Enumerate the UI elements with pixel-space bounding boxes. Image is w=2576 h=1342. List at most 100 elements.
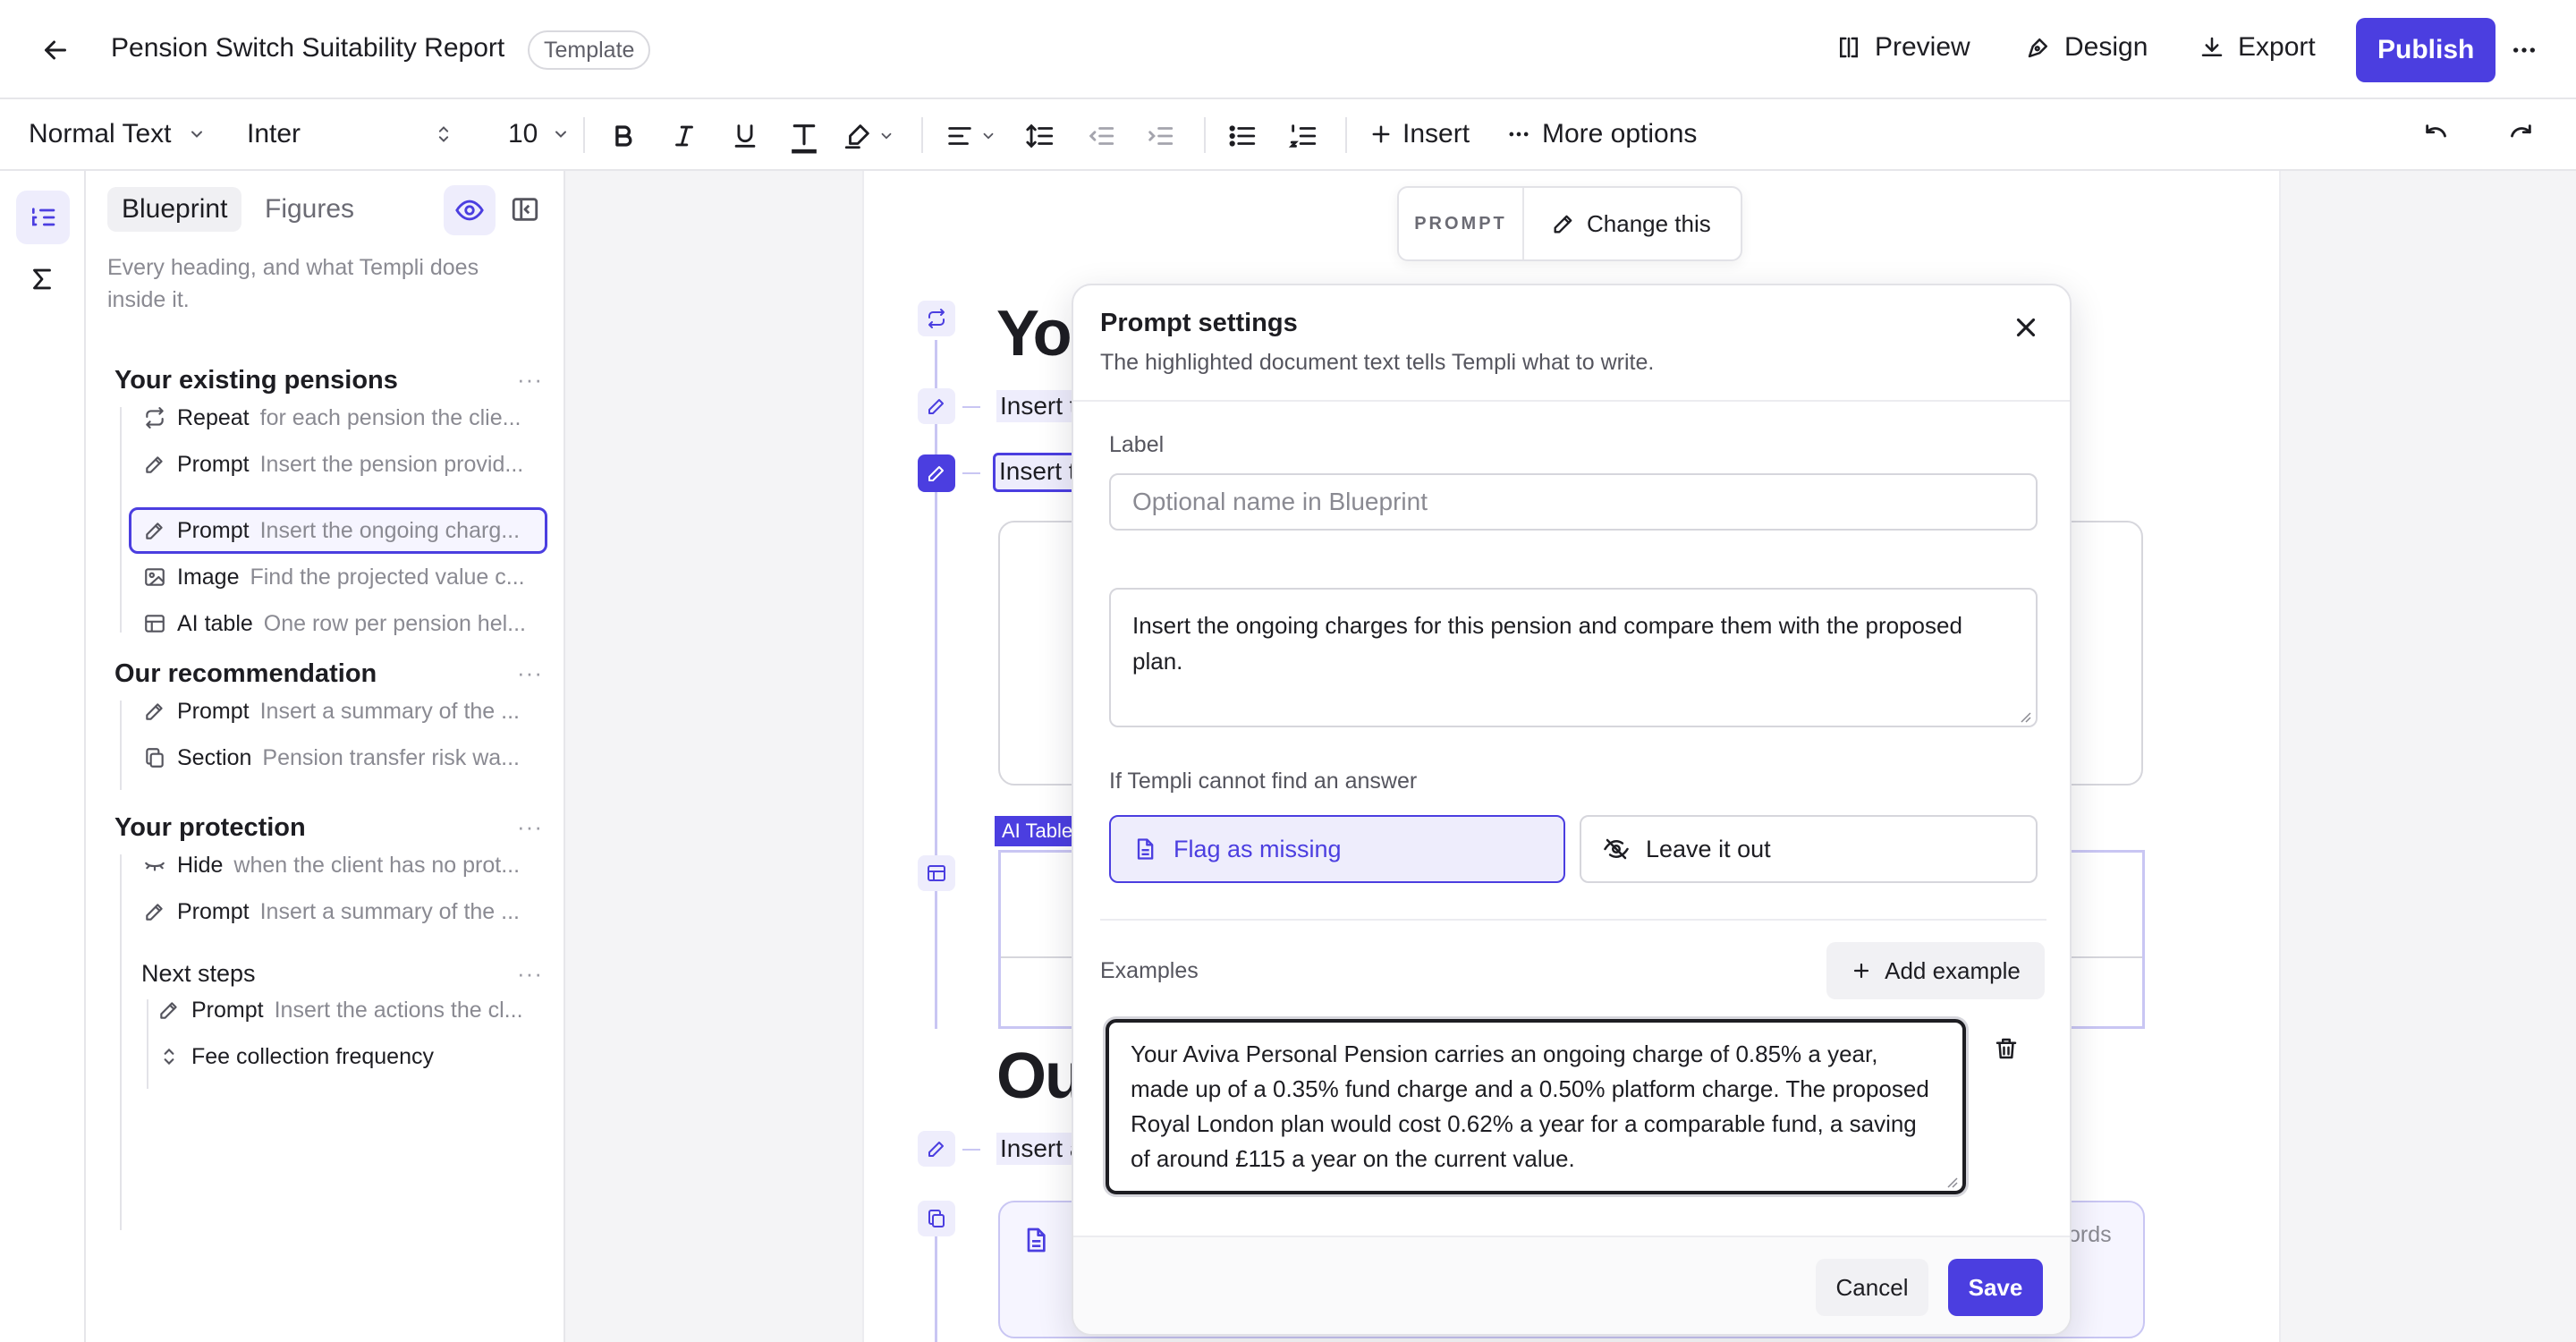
gutter-tick bbox=[962, 406, 980, 408]
preview-button[interactable]: Preview bbox=[1835, 32, 1970, 63]
more-menu-icon[interactable] bbox=[2510, 36, 2538, 64]
blueprint-item-figure[interactable]: Fee collection frequency bbox=[157, 1037, 537, 1076]
close-icon[interactable] bbox=[2011, 312, 2041, 343]
document-prompt-text-selected[interactable]: Insert t bbox=[993, 453, 1082, 492]
tree-guide bbox=[120, 701, 122, 790]
font-size-select[interactable]: 10 bbox=[508, 119, 570, 149]
gutter-tick bbox=[962, 472, 980, 474]
blueprint-item-image[interactable]: Image Find the projected value c... bbox=[143, 557, 537, 597]
document-icon bbox=[1021, 1226, 1050, 1254]
blueprint-item-prompt[interactable]: Prompt Insert a summary of the ... bbox=[143, 892, 537, 931]
tree-guide bbox=[147, 999, 148, 1089]
insert-button[interactable]: Insert bbox=[1368, 119, 1470, 149]
font-select[interactable]: Inter bbox=[247, 119, 453, 149]
eye-icon bbox=[454, 195, 485, 225]
dialog-title: Prompt settings bbox=[1100, 309, 1298, 337]
blueprint-item-prompt[interactable]: Prompt Insert the pension provid... bbox=[143, 445, 537, 484]
sigma-icon[interactable] bbox=[27, 264, 57, 294]
leave-out-option[interactable]: Leave it out bbox=[1580, 815, 2038, 883]
template-badge: Template bbox=[528, 30, 651, 70]
pencil-icon bbox=[143, 700, 166, 723]
formatting-toolbar: Normal Text Inter 10 Insert More options bbox=[0, 99, 2576, 171]
section-title[interactable]: Your protection bbox=[114, 813, 306, 843]
section-menu-icon[interactable]: ··· bbox=[517, 813, 543, 841]
outline-icon bbox=[29, 203, 57, 232]
line-spacing-icon[interactable] bbox=[1025, 121, 1055, 151]
bullet-list-icon[interactable] bbox=[1227, 121, 1258, 151]
highlight-color-select[interactable] bbox=[843, 121, 894, 151]
flag-missing-option[interactable]: Flag as missing bbox=[1109, 815, 1565, 883]
prompt-textarea[interactable]: Insert the ongoing charges for this pens… bbox=[1109, 588, 2038, 727]
undo-icon[interactable] bbox=[2422, 121, 2453, 151]
document-title: Pension Switch Suitability Report bbox=[111, 33, 505, 63]
add-example-button[interactable]: Add example bbox=[1826, 942, 2045, 999]
text-color-icon[interactable] bbox=[787, 119, 821, 155]
back-icon[interactable] bbox=[39, 34, 72, 66]
pencil-icon bbox=[143, 519, 166, 542]
prompt-block-icon[interactable] bbox=[918, 1131, 955, 1167]
document-prompt-text[interactable]: Insert t bbox=[996, 390, 1080, 422]
cancel-button[interactable]: Cancel bbox=[1816, 1259, 1928, 1316]
label-placeholder: Optional name in Blueprint bbox=[1132, 488, 1428, 515]
left-rail bbox=[0, 171, 86, 1342]
collapse-panel-icon[interactable] bbox=[510, 194, 540, 225]
toolbar-divider bbox=[1204, 117, 1206, 153]
document-heading[interactable]: Ou bbox=[996, 1040, 1084, 1113]
outdent-icon[interactable] bbox=[1086, 121, 1116, 151]
pencil-icon bbox=[157, 998, 181, 1022]
eye-off-icon bbox=[1603, 836, 1630, 862]
plus-icon bbox=[1851, 960, 1872, 981]
more-options-button[interactable]: More options bbox=[1506, 119, 1697, 149]
text-style-select[interactable]: Normal Text bbox=[29, 119, 206, 149]
underline-icon[interactable] bbox=[730, 121, 760, 151]
section-title[interactable]: Our recommendation bbox=[114, 659, 377, 689]
bold-icon[interactable] bbox=[608, 121, 639, 151]
save-button[interactable]: Save bbox=[1948, 1259, 2043, 1316]
app-header: Pension Switch Suitability Report Templa… bbox=[0, 0, 2576, 99]
align-select[interactable] bbox=[945, 121, 996, 151]
prompt-block-icon[interactable] bbox=[918, 388, 955, 424]
resize-handle-icon[interactable] bbox=[2018, 709, 2032, 724]
blueprint-item-repeat[interactable]: Repeat for each pension the clie... bbox=[143, 398, 537, 437]
prompt-block-icon-active[interactable] bbox=[918, 454, 955, 492]
change-this-button[interactable]: Change this bbox=[1524, 210, 1711, 238]
table-block-icon[interactable] bbox=[918, 855, 955, 891]
tab-blueprint[interactable]: Blueprint bbox=[107, 187, 242, 232]
subsection-title[interactable]: Next steps bbox=[141, 960, 256, 988]
blueprint-item-prompt-selected[interactable]: Prompt Insert the ongoing charg... bbox=[143, 511, 537, 550]
tab-figures[interactable]: Figures bbox=[265, 194, 354, 225]
section-menu-icon[interactable]: ··· bbox=[517, 659, 543, 687]
chevron-down-icon bbox=[878, 128, 894, 144]
label-field-label: Label bbox=[1109, 432, 1165, 457]
section-title[interactable]: Your existing pensions bbox=[114, 366, 398, 395]
example-textarea[interactable]: Your Aviva Personal Pension carries an o… bbox=[1106, 1019, 1966, 1194]
numbered-list-icon[interactable] bbox=[1288, 121, 1318, 151]
visibility-toggle[interactable] bbox=[444, 185, 496, 235]
design-button[interactable]: Design bbox=[2025, 32, 2148, 63]
fallback-label: If Templi cannot find an answer bbox=[1109, 769, 1418, 794]
prompt-text: Insert the ongoing charges for this pens… bbox=[1132, 612, 1962, 675]
blueprint-item-ai-table[interactable]: AI table One row per pension hel... bbox=[143, 604, 537, 643]
blueprint-item-prompt[interactable]: Prompt Insert a summary of the ... bbox=[143, 692, 537, 731]
blueprint-sidebar: Blueprint Figures Every heading, and wha… bbox=[86, 171, 565, 1342]
prompt-tag: PROMPT bbox=[1399, 188, 1524, 259]
outline-rail-button[interactable] bbox=[16, 191, 70, 244]
publish-button[interactable]: Publish bbox=[2356, 18, 2496, 82]
redo-icon[interactable] bbox=[2504, 121, 2535, 151]
section-menu-icon[interactable]: ··· bbox=[517, 366, 543, 394]
repeat-block-icon[interactable] bbox=[918, 301, 955, 336]
section-block-icon[interactable] bbox=[918, 1201, 955, 1236]
label-input[interactable]: Optional name in Blueprint bbox=[1109, 473, 2038, 531]
sidebar-subtitle: Every heading, and what Templi does insi… bbox=[107, 255, 479, 312]
export-button[interactable]: Export bbox=[2199, 32, 2316, 63]
blueprint-item-prompt[interactable]: Prompt Insert the actions the cl... bbox=[157, 990, 537, 1030]
blueprint-item-section[interactable]: Section Pension transfer risk wa... bbox=[143, 738, 537, 777]
indent-icon[interactable] bbox=[1145, 121, 1175, 151]
example-text: Your Aviva Personal Pension carries an o… bbox=[1131, 1040, 1929, 1172]
blueprint-item-hide[interactable]: Hide when the client has no prot... bbox=[143, 845, 537, 885]
italic-icon[interactable] bbox=[669, 121, 699, 151]
section-menu-icon[interactable]: ··· bbox=[517, 960, 543, 988]
resize-handle-icon[interactable] bbox=[1945, 1175, 1959, 1189]
trash-icon[interactable] bbox=[1993, 1035, 2020, 1062]
document-icon bbox=[1132, 837, 1157, 862]
